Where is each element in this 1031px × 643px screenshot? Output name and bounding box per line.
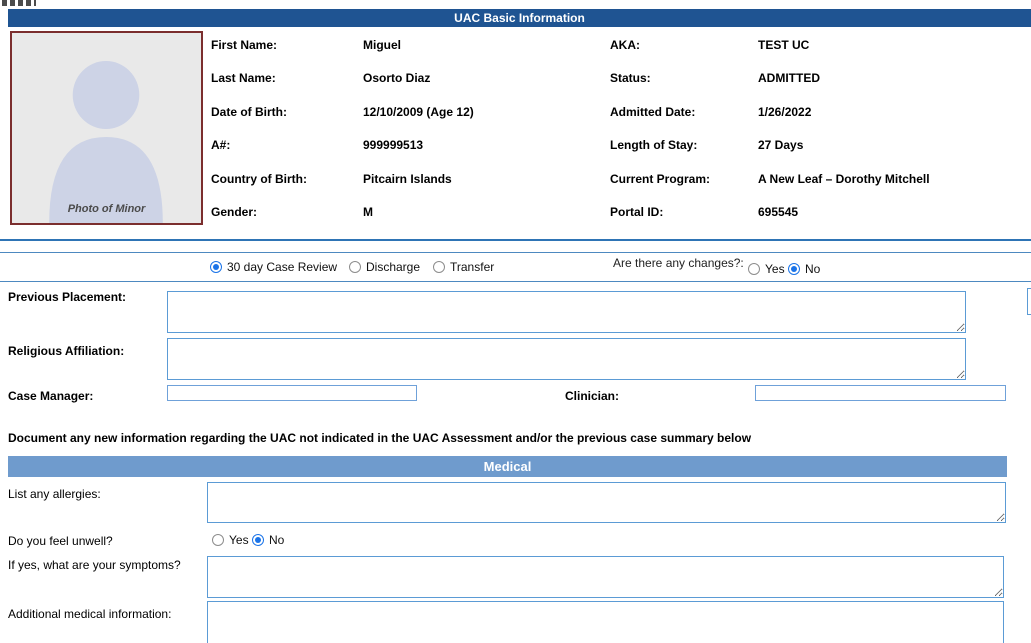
field-label: Country of Birth: bbox=[211, 172, 363, 200]
field-value: 1/26/2022 bbox=[758, 105, 811, 133]
field-aka: AKA: TEST UC bbox=[610, 33, 1031, 66]
field-label: Gender: bbox=[211, 205, 363, 233]
previous-placement-textarea[interactable] bbox=[167, 291, 966, 333]
field-a-number: A#: 999999513 bbox=[211, 133, 603, 166]
field-status: Status: ADMITTED bbox=[610, 66, 1031, 99]
field-label: Status: bbox=[610, 71, 758, 99]
instruction-text: Document any new information regarding t… bbox=[8, 431, 751, 445]
religious-affiliation-textarea[interactable] bbox=[167, 338, 966, 380]
field-label: A#: bbox=[211, 138, 363, 166]
radio-label: Yes bbox=[229, 533, 249, 547]
divider bbox=[0, 281, 1031, 282]
field-value: Pitcairn Islands bbox=[363, 172, 452, 200]
field-country-of-birth: Country of Birth: Pitcairn Islands bbox=[211, 167, 603, 200]
corner-artifact bbox=[2, 0, 36, 6]
field-label: Length of Stay: bbox=[610, 138, 758, 166]
field-admitted-date: Admitted Date: 1/26/2022 bbox=[610, 100, 1031, 133]
radio-changes-yes[interactable]: Yes bbox=[748, 262, 785, 276]
radio-label: Discharge bbox=[366, 260, 420, 274]
basic-info-right-column: AKA: TEST UC Status: ADMITTED Admitted D… bbox=[610, 33, 1031, 233]
radio-unwell-no[interactable]: No bbox=[252, 533, 284, 547]
field-value: TEST UC bbox=[758, 38, 809, 66]
minor-photo-placeholder: Photo of Minor bbox=[10, 31, 203, 225]
field-date-of-birth: Date of Birth: 12/10/2009 (Age 12) bbox=[211, 100, 603, 133]
additional-medical-textarea[interactable] bbox=[207, 601, 1004, 643]
clinician-input[interactable] bbox=[755, 385, 1006, 401]
radio-transfer[interactable]: Transfer bbox=[433, 260, 494, 274]
field-last-name: Last Name: Osorto Diaz bbox=[211, 66, 603, 99]
divider bbox=[0, 239, 1031, 241]
field-value: Miguel bbox=[363, 38, 401, 66]
radio-button[interactable] bbox=[349, 261, 361, 273]
medical-section-header: Medical bbox=[8, 456, 1007, 477]
field-value: Osorto Diaz bbox=[363, 71, 430, 99]
radio-label: No bbox=[269, 533, 284, 547]
case-manager-input[interactable] bbox=[167, 385, 417, 401]
radio-button[interactable] bbox=[212, 534, 224, 546]
field-value: M bbox=[363, 205, 373, 233]
basic-info-title: UAC Basic Information bbox=[454, 11, 585, 25]
field-label: Last Name: bbox=[211, 71, 363, 99]
photo-caption: Photo of Minor bbox=[12, 203, 201, 215]
field-portal-id: Portal ID: 695545 bbox=[610, 200, 1031, 233]
radio-label: Transfer bbox=[450, 260, 494, 274]
previous-placement-label: Previous Placement: bbox=[8, 290, 126, 304]
radio-discharge[interactable]: Discharge bbox=[349, 260, 420, 274]
symptoms-textarea[interactable] bbox=[207, 556, 1004, 598]
radio-label: 30 day Case Review bbox=[227, 260, 337, 274]
radio-30-day-case-review[interactable]: 30 day Case Review bbox=[210, 260, 337, 274]
field-value: ADMITTED bbox=[758, 71, 820, 99]
field-length-of-stay: Length of Stay: 27 Days bbox=[610, 133, 1031, 166]
field-label: Current Program: bbox=[610, 172, 758, 200]
unwell-label: Do you feel unwell? bbox=[8, 534, 113, 548]
basic-info-left-column: First Name: Miguel Last Name: Osorto Dia… bbox=[211, 33, 603, 233]
field-first-name: First Name: Miguel bbox=[211, 33, 603, 66]
field-value: 12/10/2009 (Age 12) bbox=[363, 105, 474, 133]
symptoms-label: If yes, what are your symptoms? bbox=[8, 558, 181, 572]
radio-button[interactable] bbox=[210, 261, 222, 273]
field-value: 27 Days bbox=[758, 138, 803, 166]
divider bbox=[0, 252, 1031, 253]
field-value: 695545 bbox=[758, 205, 798, 233]
radio-label: No bbox=[805, 262, 820, 276]
radio-changes-no[interactable]: No bbox=[788, 262, 820, 276]
field-label: Portal ID: bbox=[610, 205, 758, 233]
field-value: 999999513 bbox=[363, 138, 423, 166]
case-manager-label: Case Manager: bbox=[8, 389, 93, 403]
field-current-program: Current Program: A New Leaf – Dorothy Mi… bbox=[610, 167, 1031, 200]
field-label: Date of Birth: bbox=[211, 105, 363, 133]
basic-info-header: UAC Basic Information bbox=[8, 9, 1031, 27]
person-silhouette-icon bbox=[12, 33, 201, 223]
edge-field-sliver bbox=[1027, 288, 1031, 315]
additional-medical-label: Additional medical information: bbox=[8, 607, 171, 621]
radio-button[interactable] bbox=[748, 263, 760, 275]
radio-button[interactable] bbox=[433, 261, 445, 273]
field-gender: Gender: M bbox=[211, 200, 603, 233]
medical-title: Medical bbox=[484, 459, 532, 474]
radio-button[interactable] bbox=[788, 263, 800, 275]
allergies-label: List any allergies: bbox=[8, 487, 101, 501]
uac-case-review-page: UAC Basic Information Photo of Minor Fir… bbox=[0, 0, 1031, 643]
field-value: A New Leaf – Dorothy Mitchell bbox=[758, 172, 930, 200]
allergies-textarea[interactable] bbox=[207, 482, 1006, 523]
field-label: Admitted Date: bbox=[610, 105, 758, 133]
field-label: First Name: bbox=[211, 38, 363, 66]
clinician-label: Clinician: bbox=[565, 389, 619, 403]
field-label: AKA: bbox=[610, 38, 758, 66]
changes-question-label: Are there any changes?: bbox=[613, 256, 744, 270]
radio-unwell-yes[interactable]: Yes bbox=[212, 533, 249, 547]
radio-label: Yes bbox=[765, 262, 785, 276]
radio-button[interactable] bbox=[252, 534, 264, 546]
religious-affiliation-label: Religious Affiliation: bbox=[8, 344, 124, 358]
